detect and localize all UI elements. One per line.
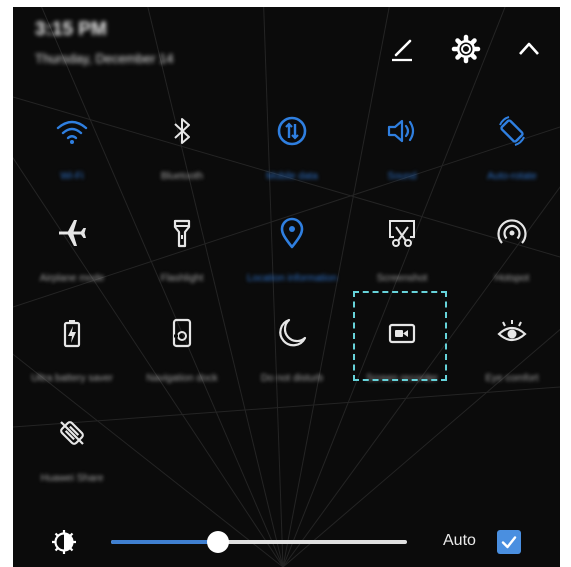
tile-label: Mobile data — [266, 171, 318, 182]
brightness-slider-thumb[interactable] — [206, 531, 229, 553]
brightness-slider-fill — [111, 540, 218, 544]
hotspot-icon — [497, 219, 527, 244]
edit-button[interactable] — [385, 32, 419, 66]
tile-huawei-share[interactable]: Huawei Share — [17, 415, 127, 486]
clock-date: Thursday, December 14 — [35, 51, 174, 66]
tile-flashlight[interactable]: Flashlight — [127, 215, 237, 286]
tile-airplane-mode[interactable]: Airplane mode — [17, 215, 127, 286]
clock-time: 3:15 PM — [35, 19, 107, 40]
bluetooth-icon — [174, 118, 190, 144]
pencil-icon — [392, 39, 412, 62]
brightness-icon — [52, 530, 76, 554]
tile-label: Wi-Fi — [60, 171, 84, 182]
tile-auto-rotate[interactable]: Auto-rotate — [457, 113, 560, 184]
airplane-icon — [59, 220, 86, 246]
tile-navigation-dock[interactable]: Navigation dock — [127, 315, 237, 386]
status-header: 3:15 PM Thursday, December 14 — [35, 19, 174, 66]
eye-comfort-icon — [497, 320, 527, 342]
flashlight-icon — [173, 219, 191, 248]
tile-location[interactable]: Location information — [237, 215, 347, 286]
tile-hotspot[interactable]: Hotspot — [457, 215, 560, 286]
auto-brightness-label: Auto — [443, 532, 476, 549]
tile-label: Bluetooth — [160, 171, 204, 182]
tile-eye-comfort[interactable]: Eye comfort — [457, 315, 560, 386]
notification-panel: 3:15 PM Thursday, December 14 Wi-Fi Blue… — [13, 7, 560, 567]
mobile-data-icon — [277, 116, 307, 146]
tile-ultra-battery-saver[interactable]: Ultra battery saver — [17, 315, 127, 386]
sound-icon — [387, 119, 415, 143]
location-icon — [280, 217, 304, 249]
checkmark-icon — [501, 536, 517, 549]
tile-label: Screenshot — [376, 273, 428, 284]
collapse-button[interactable] — [512, 32, 546, 66]
screenshot-icon — [389, 220, 415, 247]
tile-screen-recorder[interactable]: Screen recorder — [347, 315, 457, 386]
brightness-slider[interactable] — [111, 531, 407, 553]
chevron-up-icon — [519, 42, 539, 55]
tile-label: Airplane mode — [39, 273, 105, 284]
tile-label: Auto-rotate — [487, 171, 537, 182]
brightness-row: Auto — [13, 515, 560, 565]
tile-screenshot[interactable]: Screenshot — [347, 215, 457, 286]
tile-label: Hotspot — [494, 273, 530, 284]
auto-brightness-checkbox[interactable] — [497, 530, 521, 554]
tile-label: Ultra battery saver — [31, 373, 113, 384]
moon-icon — [279, 318, 307, 347]
tile-label: Eye comfort — [485, 373, 539, 384]
tile-label: Flashlight — [160, 273, 204, 284]
tile-label: Do not disturb — [260, 373, 324, 384]
battery-saver-icon — [63, 320, 81, 348]
tile-label: Navigation dock — [146, 373, 218, 384]
gear-icon — [451, 34, 481, 64]
tile-sound[interactable]: Sound — [347, 113, 457, 184]
tile-label: Sound — [387, 171, 417, 182]
auto-rotate-icon — [499, 116, 525, 146]
settings-button[interactable] — [449, 32, 483, 66]
tile-label: Huawei Share — [40, 473, 104, 484]
navigation-dock-icon — [172, 318, 192, 348]
tile-do-not-disturb[interactable]: Do not disturb — [237, 315, 347, 386]
wifi-icon — [56, 120, 88, 144]
screen-recorder-icon — [388, 323, 416, 344]
tile-label: Screen recorder — [366, 373, 438, 384]
share-icon — [60, 421, 84, 445]
tile-label: Location information — [246, 273, 338, 284]
tile-bluetooth[interactable]: Bluetooth — [127, 113, 237, 184]
tile-wifi[interactable]: Wi-Fi — [17, 113, 127, 184]
tile-mobile-data[interactable]: Mobile data — [237, 113, 347, 184]
